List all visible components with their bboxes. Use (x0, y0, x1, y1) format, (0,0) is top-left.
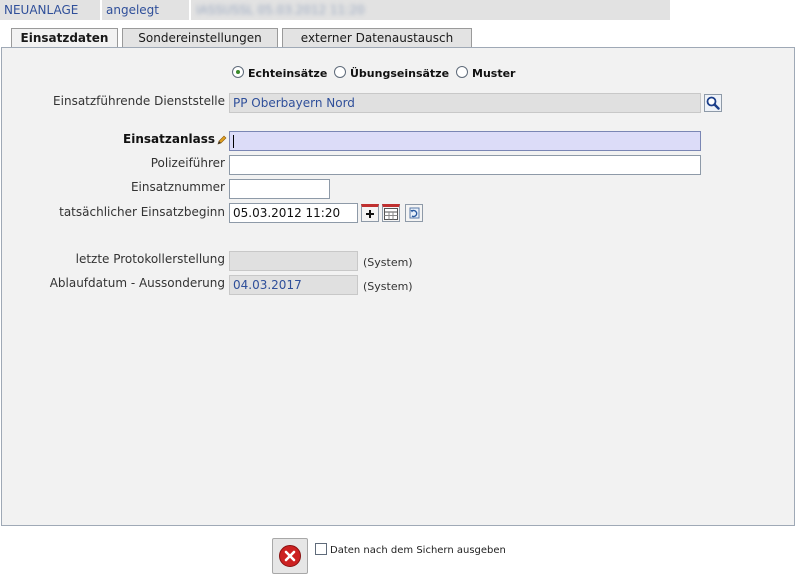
einsatzbeginn-input[interactable]: 05.03.2012 11:20 (229, 203, 358, 223)
tab-externer-datenaustausch[interactable]: externer Datenaustausch (282, 28, 472, 47)
pencil-icon (217, 135, 227, 145)
ablauf-system-note: (System) (363, 280, 413, 293)
cancel-icon (279, 545, 301, 567)
tab-einsatzdaten[interactable]: Einsatzdaten (11, 28, 118, 48)
search-button[interactable] (704, 94, 722, 112)
output-after-save-label: Daten nach dem Sichern ausgeben (330, 545, 506, 556)
output-after-save-checkbox[interactable] (315, 543, 327, 555)
einsatznummer-input[interactable] (229, 179, 330, 199)
calendar-icon (384, 208, 398, 220)
status-info: IASSUSSL 05.03.2012 11:20 (196, 3, 365, 17)
search-icon (706, 96, 720, 110)
einsatzbeginn-label: tatsächlicher Einsatzbeginn (59, 205, 225, 219)
reset-date-button[interactable] (405, 204, 423, 222)
status-mode: NEUANLAGE (4, 3, 79, 17)
einsatzanlass-label: Einsatzanlass (123, 132, 215, 146)
radio-label-echteinsaetze: Echteinsätze (248, 67, 328, 80)
polizeifuehrer-label: Polizeiführer (150, 156, 225, 170)
protokoll-label: letzte Protokollerstellung (75, 252, 225, 266)
radio-label-uebungseinsaetze: Übungseinsätze (350, 67, 450, 80)
ablauf-field: 04.03.2017 (229, 275, 358, 295)
protokoll-field (229, 251, 358, 271)
radio-uebungseinsaetze[interactable] (334, 66, 346, 78)
radio-label-muster: Muster (472, 67, 516, 80)
cancel-button[interactable] (272, 538, 308, 574)
tab-sondereinstellungen[interactable]: Sondereinstellungen (122, 28, 278, 47)
polizeifuehrer-input[interactable] (229, 155, 701, 175)
calendar-button[interactable] (382, 204, 400, 222)
reset-calendar-icon (409, 207, 420, 219)
radio-echteinsaetze[interactable] (232, 66, 244, 78)
protokoll-system-note: (System) (363, 256, 413, 269)
dienststelle-field: PP Oberbayern Nord (229, 93, 701, 113)
status-divider (100, 0, 102, 21)
ablauf-label: Ablaufdatum - Aussonderung (49, 276, 225, 290)
radio-muster[interactable] (456, 66, 468, 78)
plus-icon (366, 210, 374, 218)
status-state: angelegt (106, 3, 159, 17)
einsatznummer-label: Einsatznummer (130, 180, 225, 194)
dienststelle-label: Einsatzführende Dienststelle (53, 94, 225, 108)
einsatzanlass-input[interactable] (229, 131, 701, 151)
status-divider (189, 0, 191, 21)
add-time-button[interactable] (361, 204, 379, 222)
